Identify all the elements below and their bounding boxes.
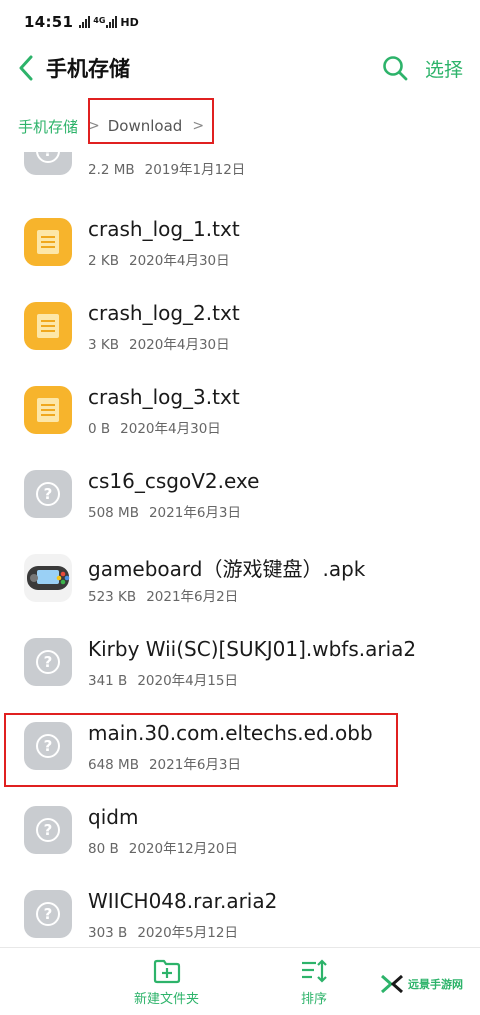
list-item[interactable]: ? qidm 80 B 2020年12月20日 (0, 789, 480, 873)
status-time: 14:51 (24, 13, 74, 31)
breadcrumb-separator: > (192, 118, 205, 134)
watermark-text: 远景手游网 (408, 978, 463, 991)
file-date: 2020年4月15日 (137, 673, 238, 689)
list-item[interactable]: ? Kirby Wii(SC)[SUKJ01].wbfs.aria2 341 B… (0, 621, 480, 705)
search-icon (383, 56, 408, 81)
file-date: 2019年1月12日 (144, 162, 246, 178)
status-bar: 14:51 4G HD (0, 0, 480, 44)
list-item[interactable]: ? cs16_csgoV2.exe 508 MB 2021年6月3日 (0, 453, 480, 537)
file-name: crash_log_3.txt (88, 385, 240, 409)
hd-badge: HD (120, 15, 139, 29)
list-item[interactable]: ? 2.2 MB 2019年1月12日 (0, 152, 480, 194)
file-size: 0 B (88, 421, 111, 437)
breadcrumb-root[interactable]: 手机存储 (18, 116, 78, 137)
file-date: 2020年4月30日 (129, 253, 230, 269)
file-size: 341 B (88, 673, 128, 689)
list-item[interactable]: gameboard（游戏键盘）.apk 523 KB 2021年6月2日 (0, 537, 480, 621)
unknown-file-icon: ? (24, 470, 72, 518)
unknown-file-icon: ? (24, 152, 72, 175)
unknown-file-icon: ? (24, 722, 72, 770)
back-button[interactable] (6, 44, 46, 92)
sort-icon (302, 959, 327, 983)
file-meta: 3 KB 2020年4月30日 (88, 333, 230, 353)
list-item[interactable]: ? main.30.com.eltechs.ed.obb 648 MB 2021年… (0, 705, 480, 789)
unknown-file-icon: ? (24, 890, 72, 938)
list-item[interactable]: crash_log_3.txt 0 B 2020年4月30日 (0, 369, 480, 453)
new-folder-button[interactable]: 新建文件夹 (134, 958, 199, 1007)
text-file-icon (24, 302, 72, 350)
file-name: WIICH048.rar.aria2 (88, 889, 278, 913)
signal-indicator: 4G HD (79, 15, 139, 29)
file-name: crash_log_2.txt (88, 301, 240, 325)
breadcrumb-current[interactable]: Download (108, 117, 183, 135)
new-folder-label: 新建文件夹 (134, 992, 200, 1007)
select-button[interactable]: 选择 (425, 55, 463, 82)
file-size: 303 B (88, 925, 128, 941)
file-name: crash_log_1.txt (88, 217, 240, 241)
unknown-file-icon: ? (24, 638, 72, 686)
file-meta: 303 B 2020年5月12日 (88, 921, 238, 941)
file-size: 2 KB (88, 253, 119, 269)
file-name: gameboard（游戏键盘）.apk (88, 557, 366, 581)
file-meta: 2 KB 2020年4月30日 (88, 249, 230, 269)
file-meta: 80 B 2020年12月20日 (88, 837, 238, 857)
breadcrumb-separator: > (88, 118, 100, 134)
file-meta: 523 KB 2021年6月2日 (88, 585, 238, 605)
text-file-icon (24, 218, 72, 266)
signal-bars-icon (106, 16, 118, 28)
app-header: 手机存储 选择 (0, 44, 480, 92)
network-type: 4G (93, 15, 106, 25)
text-file-icon (24, 386, 72, 434)
file-name: cs16_csgoV2.exe (88, 469, 260, 493)
watermark-logo-icon (381, 974, 403, 994)
list-item[interactable]: ? WIICH048.rar.aria2 303 B 2020年5月12日 (0, 873, 480, 947)
file-date: 2020年5月12日 (137, 925, 238, 941)
file-date: 2021年6月3日 (148, 505, 242, 521)
file-size: 648 MB (88, 757, 139, 773)
file-size: 523 KB (88, 589, 137, 605)
search-button[interactable] (375, 44, 415, 92)
file-size: 80 B (88, 841, 119, 857)
file-size: 508 MB (88, 505, 139, 521)
signal-bars-icon (79, 16, 91, 28)
unknown-file-icon: ? (24, 806, 72, 854)
file-date: 2021年6月3日 (148, 757, 242, 773)
chevron-left-icon (19, 55, 33, 81)
sort-button[interactable]: 排序 (300, 958, 328, 1007)
file-meta: 341 B 2020年4月15日 (88, 669, 238, 689)
file-name: Kirby Wii(SC)[SUKJ01].wbfs.aria2 (88, 637, 417, 661)
file-meta: 2.2 MB 2019年1月12日 (88, 158, 245, 178)
breadcrumb: 手机存储 > Download > (0, 100, 480, 152)
file-date: 2020年12月20日 (128, 841, 238, 857)
app-icon (24, 554, 72, 602)
file-list[interactable]: ? 2.2 MB2019年1月12日 crash_log_1.txt 2 KB2… (0, 152, 480, 947)
file-meta: 0 B 2020年4月30日 (88, 417, 221, 437)
file-date: 2020年4月30日 (120, 421, 221, 437)
list-item[interactable]: crash_log_1.txt 2 KB 2020年4月30日 (0, 201, 480, 285)
file-meta: 508 MB 2021年6月3日 (88, 501, 241, 521)
watermark: 远景手游网 (380, 974, 463, 994)
file-date: 2021年6月2日 (146, 589, 239, 605)
file-date: 2020年4月30日 (129, 337, 230, 353)
file-meta: 648 MB 2021年6月3日 (88, 753, 241, 773)
file-name: main.30.com.eltechs.ed.obb (88, 721, 373, 745)
file-size: 3 KB (88, 337, 119, 353)
new-folder-icon (153, 959, 180, 984)
list-item[interactable]: crash_log_2.txt 3 KB 2020年4月30日 (0, 285, 480, 369)
file-name: qidm (88, 805, 139, 829)
sort-label: 排序 (300, 992, 327, 1007)
file-size: 2.2 MB (88, 162, 135, 178)
page-title: 手机存储 (46, 57, 130, 81)
